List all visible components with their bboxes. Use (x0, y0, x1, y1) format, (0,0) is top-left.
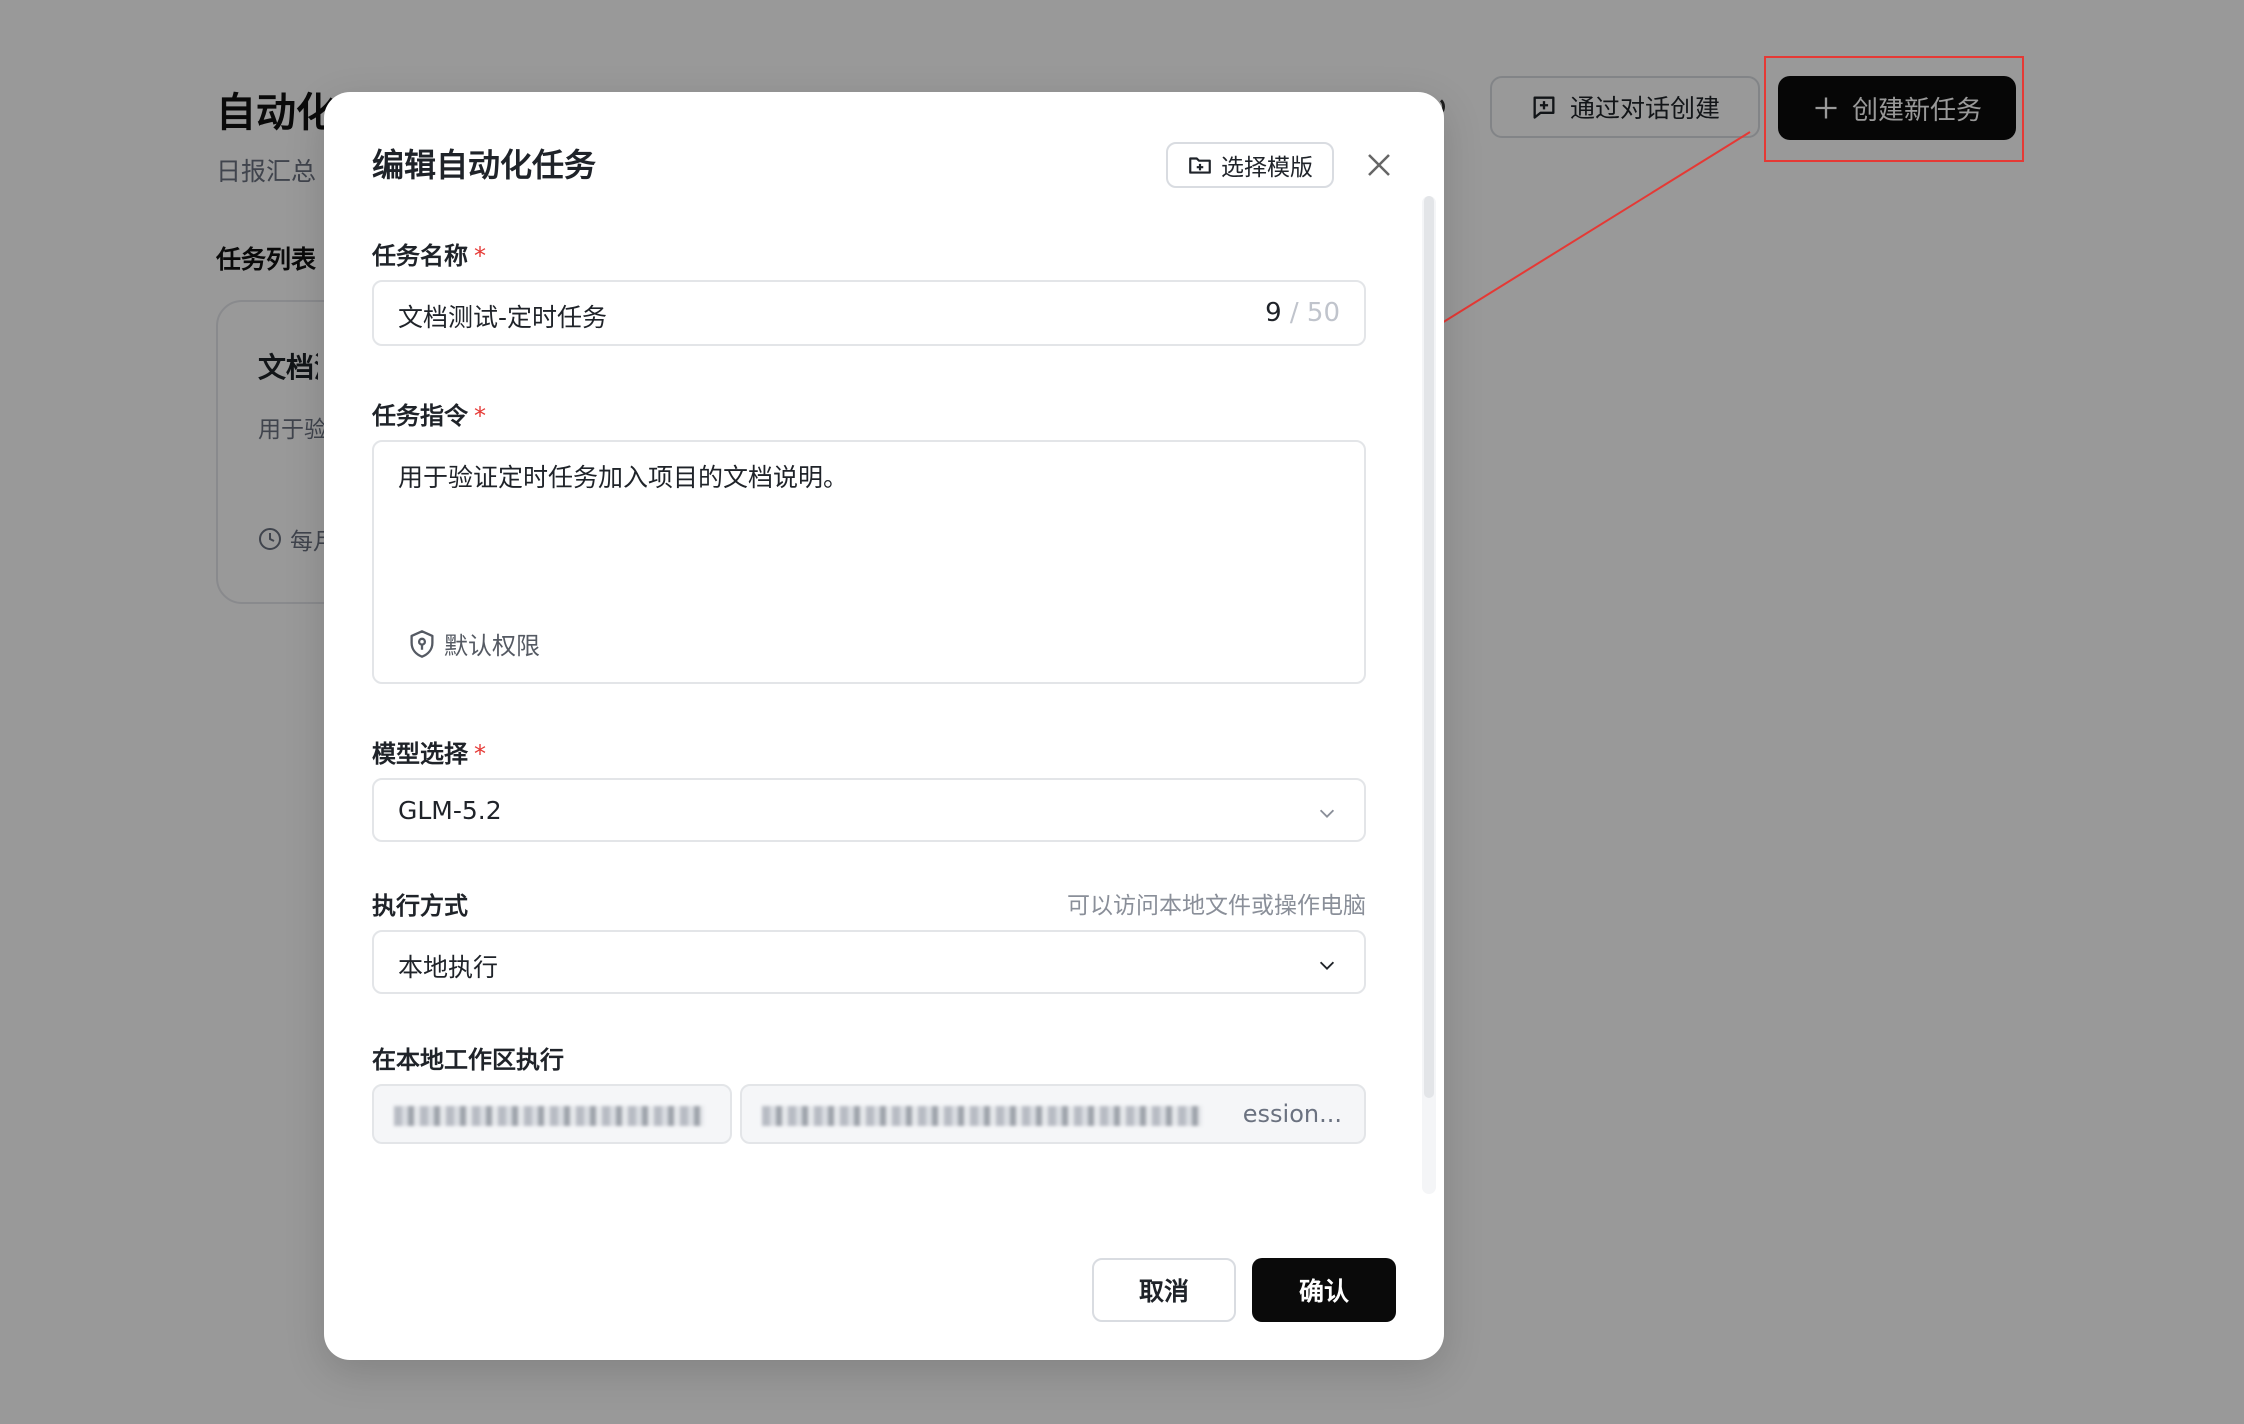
workspace-label: 在本地工作区执行 (372, 1046, 564, 1074)
exec-mode-hint: 可以访问本地文件或操作电脑 (1067, 893, 1366, 919)
workspace-path-field[interactable]: ession... (740, 1084, 1366, 1144)
task-name-label: 任务名称 * (372, 242, 486, 270)
redacted-text (394, 1106, 704, 1126)
choose-template-label: 选择模版 (1221, 155, 1313, 181)
dialog-scrollbar-thumb[interactable] (1424, 196, 1434, 1098)
folder-plus-icon (1189, 157, 1211, 174)
char-counter: 9 / 50 (1265, 298, 1340, 328)
required-mark: * (474, 402, 486, 430)
task-name-value: 文档测试-定时任务 (398, 303, 608, 332)
next-field-label-cut (372, 1196, 492, 1204)
choose-template-button[interactable]: 选择模版 (1166, 142, 1334, 188)
required-mark: * (474, 740, 486, 768)
annotation-highlight-box (1764, 56, 2024, 162)
default-permission-label: 默认权限 (444, 632, 540, 660)
shield-key-icon (410, 629, 434, 658)
default-permission-button[interactable]: 默认权限 (408, 626, 540, 661)
edit-task-dialog: 编辑自动化任务 选择模版 任务名称 * 文档测试-定时任务 9 / 50 任务指令… (324, 92, 1444, 1360)
exec-mode-select[interactable]: 本地执行 (372, 930, 1366, 994)
cancel-button[interactable]: 取消 (1092, 1258, 1236, 1322)
model-select[interactable]: GLM-5.2 (372, 778, 1366, 842)
task-name-input[interactable]: 文档测试-定时任务 9 / 50 (372, 280, 1366, 346)
exec-mode-value: 本地执行 (398, 953, 499, 982)
model-select-value: GLM-5.2 (398, 796, 502, 825)
close-icon[interactable] (1356, 142, 1402, 188)
model-select-label: 模型选择 * (372, 740, 486, 768)
task-instruction-label: 任务指令 * (372, 402, 486, 430)
exec-mode-label: 执行方式 (372, 892, 468, 920)
chevron-down-icon (1319, 809, 1335, 818)
required-mark: * (474, 242, 486, 270)
task-instruction-value: 用于验证定时任务加入项目的文档说明。 (398, 463, 849, 492)
redacted-text (762, 1106, 1202, 1126)
dialog-title: 编辑自动化任务 (372, 146, 597, 184)
chevron-down-icon (1319, 961, 1335, 970)
task-instruction-textarea[interactable]: 用于验证定时任务加入项目的文档说明。 默认权限 (372, 440, 1366, 684)
workspace-name-field[interactable] (372, 1084, 732, 1144)
workspace-path-tail: ession... (1242, 1100, 1342, 1128)
confirm-button[interactable]: 确认 (1252, 1258, 1396, 1322)
